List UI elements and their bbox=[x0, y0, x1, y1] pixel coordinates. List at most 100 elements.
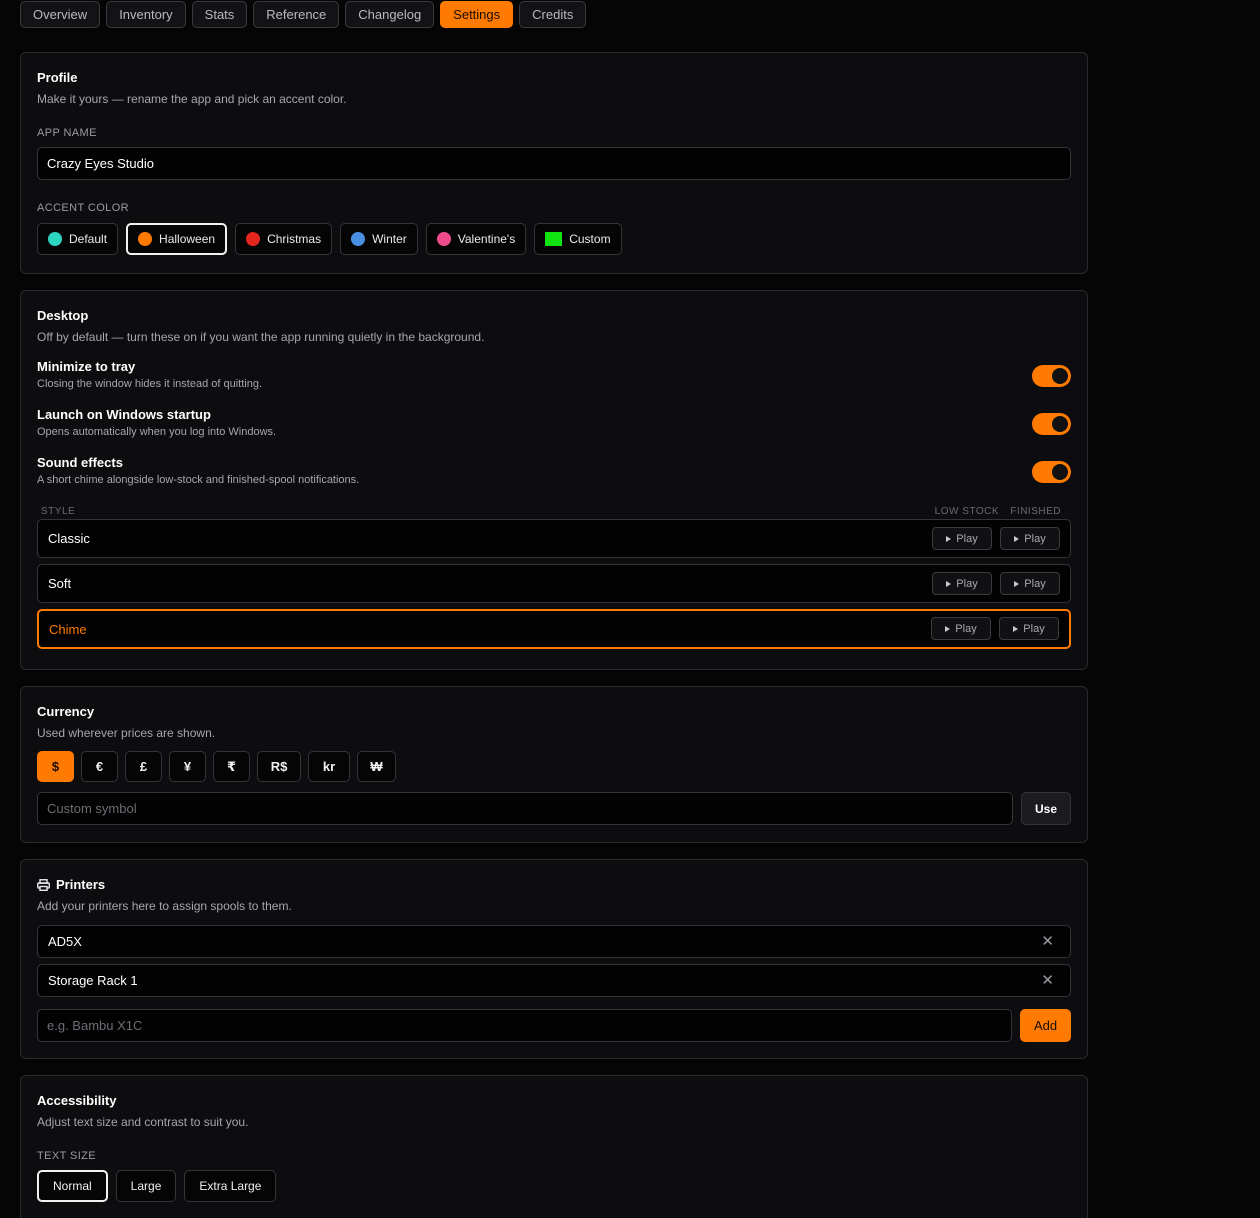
play-label: Play bbox=[955, 622, 977, 635]
tab-reference[interactable]: Reference bbox=[253, 1, 340, 28]
style-column-label: STYLE bbox=[41, 506, 76, 517]
accent-option-label: Christmas bbox=[267, 232, 322, 246]
toggle-description: Opens automatically when you log into Wi… bbox=[37, 426, 277, 438]
tab-credits[interactable]: Credits bbox=[519, 1, 587, 28]
accent-option-label: Halloween bbox=[159, 232, 216, 246]
currency-eur-button[interactable]: € bbox=[81, 751, 118, 782]
play-low-stock-button[interactable]: Play bbox=[931, 617, 991, 640]
currency-symbols: $ € £ ¥ ₹ R$ kr ₩ bbox=[37, 751, 1071, 782]
currency-jpy-button[interactable]: ¥ bbox=[169, 751, 206, 782]
style-row-classic[interactable]: Classic Play Play bbox=[37, 519, 1071, 558]
currency-krw-button[interactable]: ₩ bbox=[357, 751, 396, 782]
play-label: Play bbox=[956, 577, 978, 590]
red-swatch-icon bbox=[246, 232, 261, 246]
app-name-input[interactable] bbox=[37, 147, 1071, 180]
printers-subtitle: Add your printers here to assign spools … bbox=[37, 899, 292, 913]
text-size-normal-button[interactable]: Normal bbox=[37, 1170, 108, 1202]
accessibility-title: Accessibility bbox=[37, 1093, 117, 1108]
text-size-large-button[interactable]: Large bbox=[115, 1170, 177, 1202]
add-printer-input[interactable] bbox=[37, 1009, 1012, 1042]
toggle-knob bbox=[1052, 416, 1068, 432]
printer-item: Storage Rack 1 ✕ bbox=[37, 964, 1071, 997]
top-tabs: Overview Inventory Stats Reference Chang… bbox=[20, 1, 587, 28]
currency-card: Currency Used wherever prices are shown.… bbox=[20, 686, 1088, 843]
green-swatch-icon bbox=[545, 232, 563, 246]
style-name: Classic bbox=[48, 531, 90, 546]
accent-option-label: Default bbox=[69, 232, 108, 246]
accent-christmas-button[interactable]: Christmas bbox=[235, 223, 333, 255]
custom-symbol-input[interactable] bbox=[37, 792, 1013, 825]
play-low-stock-button[interactable]: Play bbox=[932, 572, 992, 595]
remove-printer-icon[interactable]: ✕ bbox=[1041, 971, 1054, 989]
remove-printer-icon[interactable]: ✕ bbox=[1041, 932, 1054, 950]
use-custom-symbol-button[interactable]: Use bbox=[1021, 792, 1071, 825]
currency-inr-button[interactable]: ₹ bbox=[213, 751, 250, 782]
text-size-label: TEXT SIZE bbox=[37, 1150, 97, 1162]
printer-item: AD5X ✕ bbox=[37, 925, 1071, 958]
toggle-description: A short chime alongside low-stock and fi… bbox=[37, 474, 360, 486]
printer-name: Storage Rack 1 bbox=[48, 973, 138, 988]
style-name: Chime bbox=[49, 621, 87, 637]
printer-icon bbox=[37, 878, 50, 891]
play-finished-button[interactable]: Play bbox=[999, 617, 1059, 640]
finished-column-label: FINISHED bbox=[1010, 506, 1061, 517]
play-icon bbox=[1014, 580, 1020, 587]
tab-settings[interactable]: Settings bbox=[440, 1, 514, 28]
tab-inventory[interactable]: Inventory bbox=[106, 1, 186, 28]
currency-brl-button[interactable]: R$ bbox=[257, 751, 301, 782]
play-label: Play bbox=[1024, 532, 1046, 545]
desktop-subtitle: Off by default — turn these on if you wa… bbox=[37, 330, 485, 344]
accent-valentines-button[interactable]: Valentine's bbox=[425, 223, 527, 255]
accent-option-label: Custom bbox=[569, 232, 611, 246]
style-row-chime[interactable]: Chime Play Play bbox=[37, 609, 1071, 649]
desktop-title: Desktop bbox=[37, 308, 89, 323]
low-stock-column-label: LOW STOCK bbox=[934, 506, 999, 517]
printers-title-row: Printers bbox=[37, 877, 1071, 892]
currency-usd-button[interactable]: $ bbox=[37, 751, 74, 782]
play-icon bbox=[946, 535, 952, 542]
toggle-knob bbox=[1052, 464, 1068, 480]
accent-halloween-button[interactable]: Halloween bbox=[126, 223, 228, 255]
launch-on-startup-toggle[interactable] bbox=[1032, 413, 1071, 435]
currency-title: Currency bbox=[37, 704, 95, 719]
accent-option-label: Valentine's bbox=[457, 232, 516, 246]
accessibility-card: Accessibility Adjust text size and contr… bbox=[20, 1075, 1088, 1218]
play-low-stock-button[interactable]: Play bbox=[932, 527, 992, 550]
tab-overview[interactable]: Overview bbox=[20, 1, 101, 28]
text-size-extra-large-button[interactable]: Extra Large bbox=[184, 1170, 277, 1202]
play-finished-button[interactable]: Play bbox=[1000, 572, 1060, 595]
toggle-title: Sound effects bbox=[37, 455, 123, 470]
accent-winter-button[interactable]: Winter bbox=[340, 223, 418, 255]
blue-swatch-icon bbox=[351, 232, 366, 246]
play-finished-button[interactable]: Play bbox=[1000, 527, 1060, 550]
app-name-label: APP NAME bbox=[37, 127, 97, 139]
sound-effects-row: Sound effects A short chime alongside lo… bbox=[37, 455, 1071, 503]
accent-default-button[interactable]: Default bbox=[37, 223, 119, 255]
toggle-title: Launch on Windows startup bbox=[37, 407, 211, 422]
minimize-to-tray-toggle[interactable] bbox=[1032, 365, 1071, 387]
play-icon bbox=[945, 625, 951, 632]
sound-style-header: STYLE LOW STOCK FINISHED bbox=[37, 505, 1071, 519]
play-icon bbox=[1013, 625, 1019, 632]
sound-effects-toggle[interactable] bbox=[1032, 461, 1071, 483]
currency-kr-button[interactable]: kr bbox=[308, 751, 350, 782]
tab-changelog[interactable]: Changelog bbox=[345, 1, 435, 28]
profile-title: Profile bbox=[37, 70, 78, 85]
toggle-knob bbox=[1052, 368, 1068, 384]
accent-custom-button[interactable]: Custom bbox=[534, 223, 622, 255]
style-row-soft[interactable]: Soft Play Play bbox=[37, 564, 1071, 603]
add-printer-button[interactable]: Add bbox=[1020, 1009, 1071, 1042]
toggle-title: Minimize to tray bbox=[37, 359, 136, 374]
accent-color-label: ACCENT COLOR bbox=[37, 202, 129, 214]
teal-swatch-icon bbox=[48, 232, 62, 246]
minimize-to-tray-row: Minimize to tray Closing the window hide… bbox=[37, 359, 1071, 407]
play-icon bbox=[1014, 535, 1020, 542]
profile-subtitle: Make it yours — rename the app and pick … bbox=[37, 92, 347, 106]
currency-subtitle: Used wherever prices are shown. bbox=[37, 726, 216, 740]
accent-option-label: Winter bbox=[372, 232, 407, 246]
printers-card: Printers Add your printers here to assig… bbox=[20, 859, 1088, 1059]
currency-gbp-button[interactable]: £ bbox=[125, 751, 162, 782]
printer-name: AD5X bbox=[48, 934, 82, 949]
toggle-description: Closing the window hides it instead of q… bbox=[37, 378, 263, 390]
tab-stats[interactable]: Stats bbox=[191, 1, 248, 28]
